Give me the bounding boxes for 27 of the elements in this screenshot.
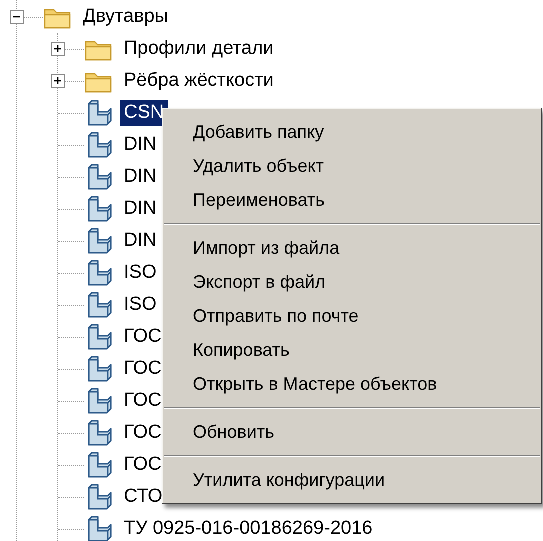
tree-item[interactable]: ГОС [120, 324, 166, 350]
tree-item[interactable]: ГОС [120, 356, 166, 382]
tree-item[interactable]: Профили детали [120, 36, 278, 62]
tree-item[interactable]: DIN [120, 228, 161, 254]
collapse-icon[interactable] [10, 10, 24, 24]
tree-item[interactable]: Двутавры [79, 4, 172, 30]
expand-icon[interactable] [51, 74, 65, 88]
tree-item[interactable]: ISO [120, 260, 161, 286]
tree-item[interactable]: DIN [120, 132, 161, 158]
menu-item[interactable]: Экспорт в файл [163, 265, 541, 299]
menu-item[interactable]: Импорт из файла [163, 231, 541, 265]
menu-item[interactable]: Удалить объект [163, 149, 541, 183]
tree-item[interactable]: ГОС [120, 388, 166, 414]
tree-item[interactable]: ГОС [120, 452, 166, 478]
menu-item[interactable]: Открыть в Мастере объектов [163, 367, 541, 401]
tree-item[interactable]: DIN [120, 196, 161, 222]
tree-item[interactable]: ISO [120, 292, 161, 318]
menu-item[interactable]: Обновить [163, 415, 541, 449]
tree-item[interactable]: ТУ 0925-016-00186269-2016 [120, 516, 377, 541]
menu-item[interactable]: Утилита конфигурации [163, 463, 541, 497]
menu-item[interactable]: Копировать [163, 333, 541, 367]
menu-item[interactable]: Переименовать [163, 183, 541, 217]
tree-item[interactable]: Рёбра жёсткости [120, 68, 278, 94]
expand-icon[interactable] [51, 42, 65, 56]
tree-item[interactable]: ГОС [120, 420, 166, 446]
menu-item[interactable]: Отправить по почте [163, 299, 541, 333]
tree-item[interactable]: DIN [120, 164, 161, 190]
